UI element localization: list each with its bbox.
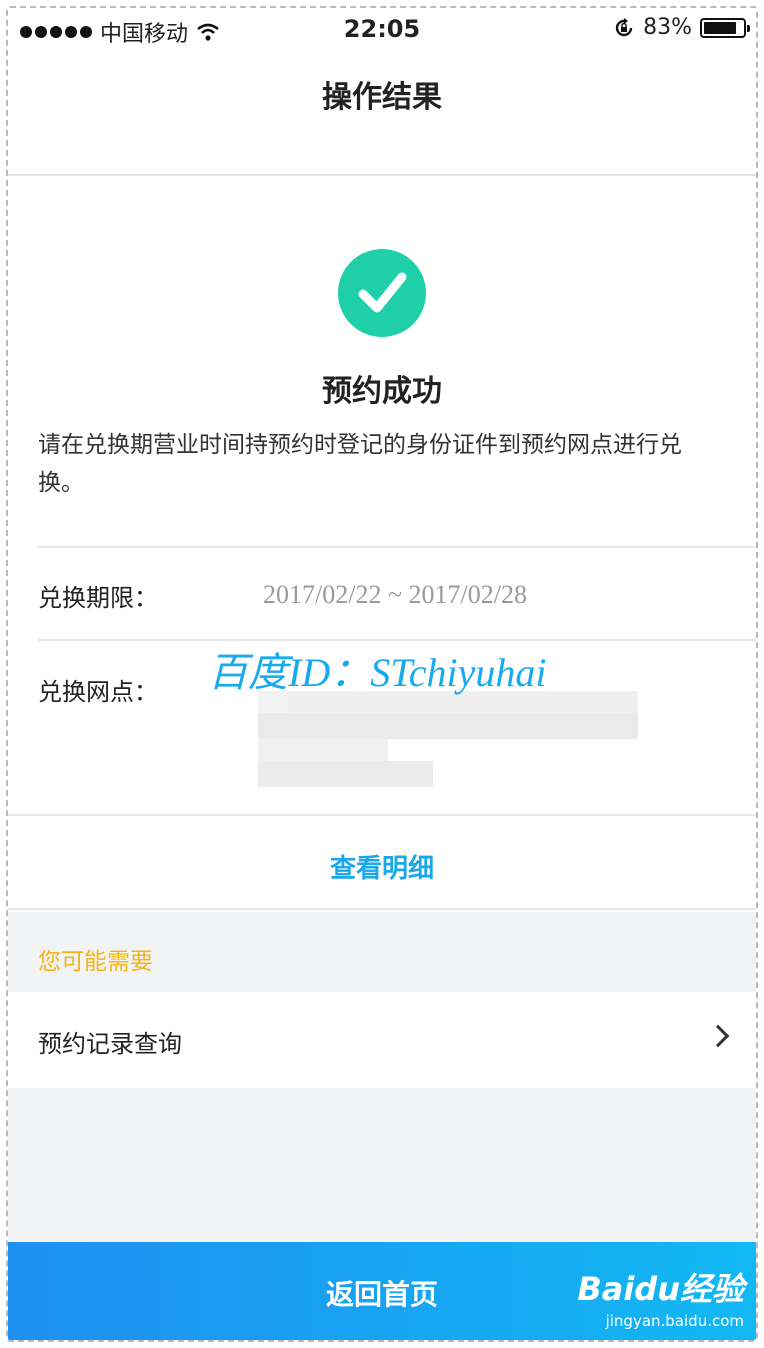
suggestions-section: 您可能需要 预约记录查询 — [8, 912, 756, 1242]
list-item-label: 预约记录查询 — [38, 1030, 182, 1058]
suggestions-header: 您可能需要 — [38, 949, 153, 975]
battery-icon — [700, 17, 750, 38]
watermark-baidu-id: 百度ID：STchiyuhai — [208, 650, 547, 695]
period-label: 兑换期限： — [38, 584, 158, 612]
list-item-reservation-records[interactable]: 预约记录查询 — [8, 992, 756, 1088]
result-description: 请在兑换期营业时间持预约时登记的身份证件到预约网点进行兑换。 — [38, 432, 682, 496]
branch-label: 兑换网点： — [38, 678, 158, 706]
success-check-icon — [338, 249, 426, 337]
battery-percent: 83% — [643, 15, 692, 40]
status-right: 83% — [613, 15, 750, 40]
page-title: 操作结果 — [322, 80, 442, 115]
divider — [38, 546, 756, 548]
orientation-lock-icon — [615, 17, 633, 36]
result-title: 预约成功 — [322, 374, 442, 409]
baidu-jingyan-logo: Baidu经验 jingyan.baidu.com — [577, 1264, 744, 1330]
baidu-brand: Baidu经验 — [577, 1270, 744, 1308]
app-frame: 中国移动 22:05 83% 操作结果 预约成功 请在兑换期营业时间持预约时登记… — [6, 6, 758, 1342]
baidu-url: jingyan.baidu.com — [605, 1312, 744, 1330]
status-bar: 中国移动 22:05 83% — [8, 8, 756, 48]
view-detail-section: 查看明细 — [8, 814, 756, 910]
blurred-branch-address — [258, 691, 638, 791]
chevron-right-icon — [706, 1024, 730, 1048]
battery-fill — [704, 21, 736, 34]
period-value: 2017/02/22 ~ 2017/02/28 — [263, 580, 527, 609]
view-detail-link[interactable]: 查看明细 — [8, 848, 756, 885]
